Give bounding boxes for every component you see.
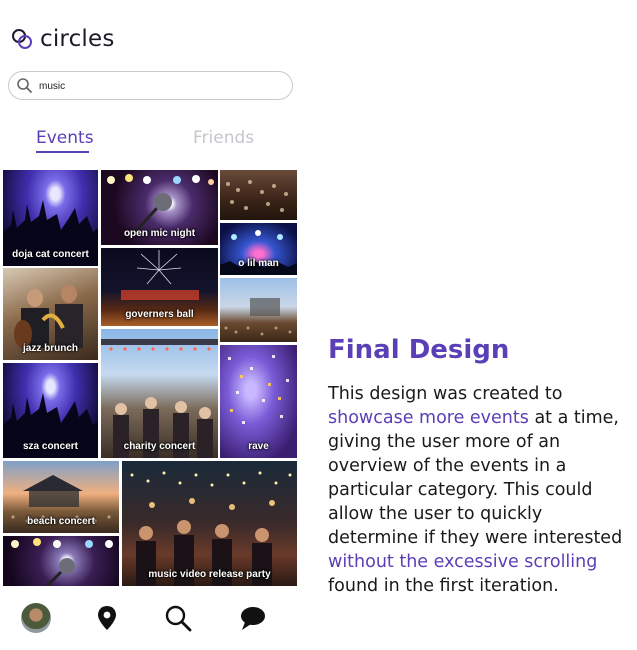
stage-lights [11,538,113,586]
panel-title: Final Design [328,335,510,365]
nav-map[interactable] [89,600,125,636]
chat-bubble-icon [241,607,265,630]
search-input[interactable] [39,78,279,94]
event-label: beach concert [27,516,95,527]
event-label: sza concert [22,441,79,452]
event-label: doja cat concert [12,249,89,260]
app-name: circles [40,26,115,52]
event-label: open mic night [123,228,196,239]
event-label: rave [248,441,269,452]
tab-friends[interactable]: Friends [193,128,254,148]
event-label: music video release party [148,569,271,580]
desc-highlight: showcase more events [328,408,529,428]
active-tab-indicator [36,151,89,153]
nav-messages[interactable] [235,600,271,636]
event-tile-mic-closeup[interactable] [3,536,119,586]
avatar [21,603,51,633]
nav-profile[interactable] [18,600,54,636]
event-label: governers ball [125,309,194,320]
event-tile-orchestra[interactable] [220,170,297,220]
event-tile-beach-concert[interactable]: beach concert [3,461,119,533]
event-tile-jazz-brunch[interactable]: jazz brunch [3,268,98,360]
festival-photo [224,298,292,336]
search-icon [165,605,192,632]
event-label: o lil man [238,258,279,269]
event-tile-charity-concert[interactable]: charity concert [101,329,218,458]
desc-text: at a time, giving the user more of an ov… [328,408,623,548]
party-photo [130,471,292,586]
desc-text: found in the first iteration. [328,576,559,596]
event-tile-festival-crowd[interactable] [220,278,297,342]
phone-screen: circles Events Friends doja cat concert … [0,0,300,650]
map-pin-icon [98,606,116,630]
tab-events[interactable]: Events [36,128,94,148]
app-logo: circles [10,26,115,52]
orchestra-photo [226,180,288,212]
event-tile-rave[interactable]: rave [220,345,297,458]
event-tile-o-lil-man[interactable]: o lil man [220,223,297,275]
search-bar[interactable] [8,71,293,100]
panel-description: This design was created to showcase more… [328,382,633,598]
desc-text: This design was created to [328,384,563,404]
circles-logo-icon [12,29,32,49]
event-tile-music-video-release-party[interactable]: music video release party [122,461,297,586]
event-tile-open-mic-night[interactable]: open mic night [101,170,218,245]
event-label: jazz brunch [22,343,78,354]
event-tile-governers-ball[interactable]: governers ball [101,248,218,326]
event-label: charity concert [123,441,196,452]
event-tile-doja-cat-concert[interactable]: doja cat concert [3,170,98,266]
nav-search[interactable] [160,600,196,636]
event-tile-sza-concert[interactable]: sza concert [3,363,98,458]
outdoor-crowd-photo [101,339,218,458]
search-icon [17,78,32,93]
desc-highlight: without the excessive scrolling [328,552,598,572]
